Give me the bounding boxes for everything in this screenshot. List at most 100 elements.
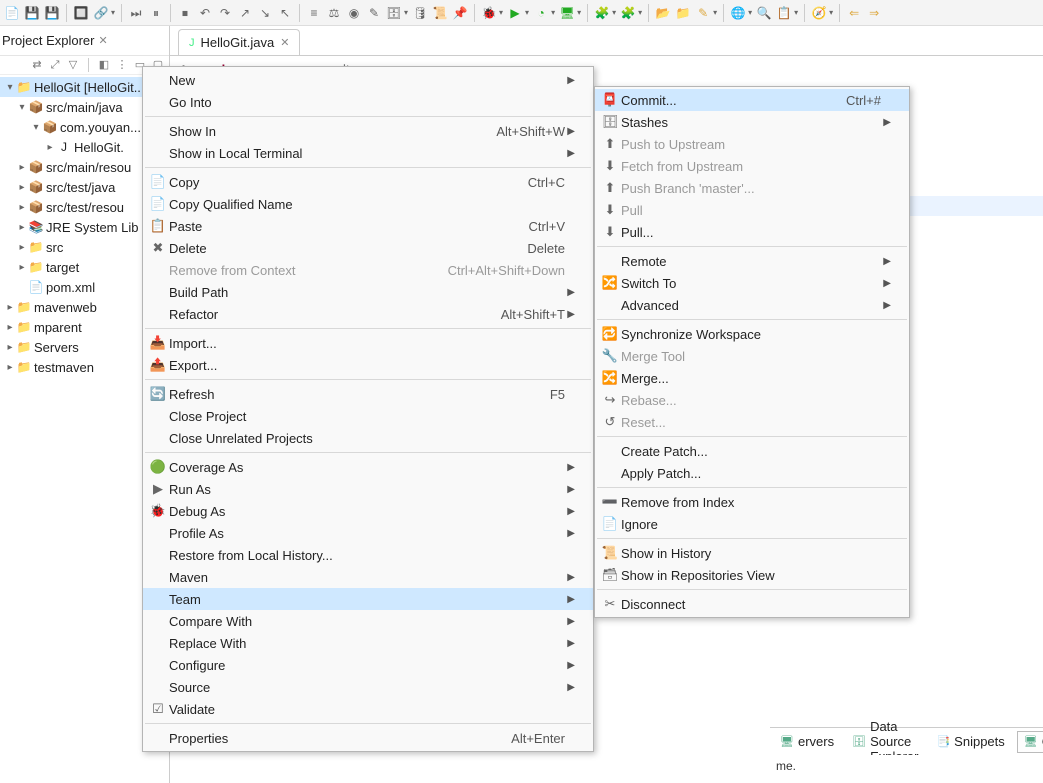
close-tab-icon[interactable]: ✕ <box>280 36 289 49</box>
step-into-icon[interactable]: ↘ <box>257 5 273 21</box>
coverage-icon[interactable]: ◔ <box>533 5 549 21</box>
menu-item[interactable]: ✂Disconnect <box>595 593 909 615</box>
twisty-icon[interactable]: ▾ <box>30 122 42 133</box>
breakpoint-icon[interactable]: ◉ <box>346 5 362 21</box>
menu-item[interactable]: 📥Import... <box>143 332 593 354</box>
collapse-all-icon[interactable]: ⇄ <box>30 58 44 72</box>
fwd-icon[interactable]: ⇒ <box>866 5 882 21</box>
twisty-icon[interactable]: ▸ <box>16 182 28 193</box>
new-class-icon[interactable]: 📁 <box>675 5 691 21</box>
menu-item[interactable]: 📋PasteCtrl+V <box>143 215 593 237</box>
menu-item[interactable]: Apply Patch... <box>595 462 909 484</box>
menu-item[interactable]: 🐞Debug As▶ <box>143 500 593 522</box>
ext-icon[interactable]: 🧩 <box>594 5 610 21</box>
twisty-icon[interactable]: ▾ <box>16 102 28 113</box>
menu-item[interactable]: 📄CopyCtrl+C <box>143 171 593 193</box>
menu-item[interactable]: Build Path▶ <box>143 281 593 303</box>
menu-item[interactable]: Show InAlt+Shift+W▶ <box>143 120 593 142</box>
search-icon[interactable]: 🔍 <box>756 5 772 21</box>
view-tab[interactable]: 🗄Data Source Explorer <box>846 731 924 753</box>
menu-item[interactable]: 📮Commit...Ctrl+# <box>595 89 909 111</box>
menu-item[interactable]: 🗃Show in Repositories View <box>595 564 909 586</box>
ext2-icon[interactable]: 🧩 <box>620 5 636 21</box>
menu-item[interactable]: ✖DeleteDelete <box>143 237 593 259</box>
editor-tab[interactable]: J HelloGit.java ✕ <box>178 29 300 55</box>
menu-item[interactable]: 📄Copy Qualified Name <box>143 193 593 215</box>
menu-item[interactable]: New▶ <box>143 69 593 91</box>
menu-item[interactable]: Restore from Local History... <box>143 544 593 566</box>
step-icon[interactable]: ↷ <box>217 5 233 21</box>
twisty-icon[interactable]: ▸ <box>16 162 28 173</box>
menu-item[interactable]: Replace With▶ <box>143 632 593 654</box>
menu-item[interactable]: Compare With▶ <box>143 610 593 632</box>
twisty-icon[interactable]: ▸ <box>4 362 16 373</box>
menu-item[interactable]: 🔁Synchronize Workspace <box>595 323 909 345</box>
menu-item[interactable]: PropertiesAlt+Enter <box>143 727 593 749</box>
menu-item[interactable]: Close Unrelated Projects <box>143 427 593 449</box>
menu-item[interactable]: 🟢Coverage As▶ <box>143 456 593 478</box>
run-server-icon[interactable]: 🖥 <box>559 5 575 21</box>
stop-icon[interactable]: ⏹ <box>177 5 193 21</box>
sort-icon[interactable]: ≡ <box>306 5 322 21</box>
twisty-icon[interactable]: ▸ <box>44 142 56 153</box>
db-icon[interactable]: 🛢 <box>412 5 428 21</box>
link-icon[interactable]: 🔗 <box>93 5 109 21</box>
wand-icon[interactable]: ✎ <box>366 5 382 21</box>
twisty-icon[interactable]: ▸ <box>16 262 28 273</box>
menu-item[interactable]: Team▶ <box>143 588 593 610</box>
view-tab[interactable]: 🖥Console✕ <box>1017 731 1043 753</box>
back-icon[interactable]: ⇐ <box>846 5 862 21</box>
menu-item[interactable]: 🔄RefreshF5 <box>143 383 593 405</box>
menu-item[interactable]: Maven▶ <box>143 566 593 588</box>
view-menu-icon[interactable]: ⋮ <box>115 58 129 72</box>
save-all-icon[interactable]: 💾 <box>44 5 60 21</box>
link-editor-icon[interactable]: ⤢ <box>48 58 62 72</box>
twisty-icon[interactable]: ▸ <box>4 342 16 353</box>
web-icon[interactable]: 🌐 <box>730 5 746 21</box>
twisty-icon[interactable]: ▸ <box>4 322 16 333</box>
pin-icon[interactable]: 📌 <box>452 5 468 21</box>
step-over-icon[interactable]: ↗ <box>237 5 253 21</box>
new-pkg-icon[interactable]: ✎ <box>695 5 711 21</box>
filter-explorer-icon[interactable]: ▽ <box>66 58 80 72</box>
menu-item[interactable]: ☑Validate <box>143 698 593 720</box>
skip-icon[interactable]: ⏭ <box>128 5 144 21</box>
menu-item[interactable]: Configure▶ <box>143 654 593 676</box>
twisty-icon[interactable]: ▸ <box>16 242 28 253</box>
menu-item[interactable]: RefactorAlt+Shift+T▶ <box>143 303 593 325</box>
twisty-icon[interactable]: ▸ <box>16 222 28 233</box>
menu-item[interactable]: Show in Local Terminal▶ <box>143 142 593 164</box>
menu-item[interactable]: ▶Run As▶ <box>143 478 593 500</box>
menu-item[interactable]: 📄Ignore <box>595 513 909 535</box>
menu-item[interactable]: ➖Remove from Index <box>595 491 909 513</box>
focus-icon[interactable]: ◧ <box>97 58 111 72</box>
undo-icon[interactable]: ↶ <box>197 5 213 21</box>
script-icon[interactable]: 📜 <box>432 5 448 21</box>
run-icon[interactable]: ▶ <box>507 5 523 21</box>
menu-item[interactable]: Advanced▶ <box>595 294 909 316</box>
toggle-icon[interactable]: 🔲 <box>73 5 89 21</box>
twisty-icon[interactable]: ▸ <box>4 302 16 313</box>
new-icon[interactable]: 📄 <box>4 5 20 21</box>
filter-icon[interactable]: ⚖ <box>326 5 342 21</box>
menu-item[interactable]: 🗄Stashes▶ <box>595 111 909 133</box>
nav-icon[interactable]: 🧭 <box>811 5 827 21</box>
view-tab[interactable]: 🖥ervers <box>774 731 840 753</box>
menu-item[interactable]: 📜Show in History <box>595 542 909 564</box>
server-icon[interactable]: 🗄 <box>386 5 402 21</box>
step-out-icon[interactable]: ↖ <box>277 5 293 21</box>
task-icon[interactable]: 📋 <box>776 5 792 21</box>
menu-item[interactable]: 🔀Merge... <box>595 367 909 389</box>
pause-icon[interactable]: ⏸ <box>148 5 164 21</box>
close-icon[interactable]: ✕ <box>98 34 107 47</box>
menu-item[interactable]: Close Project <box>143 405 593 427</box>
context-menu[interactable]: New▶Go IntoShow InAlt+Shift+W▶Show in Lo… <box>142 66 594 752</box>
menu-item[interactable]: 📤Export... <box>143 354 593 376</box>
debug-icon[interactable]: 🐞 <box>481 5 497 21</box>
menu-item[interactable]: Profile As▶ <box>143 522 593 544</box>
twisty-icon[interactable]: ▸ <box>16 202 28 213</box>
menu-item[interactable]: Source▶ <box>143 676 593 698</box>
menu-item[interactable]: Remote▶ <box>595 250 909 272</box>
menu-item[interactable]: Create Patch... <box>595 440 909 462</box>
open-type-icon[interactable]: 📂 <box>655 5 671 21</box>
